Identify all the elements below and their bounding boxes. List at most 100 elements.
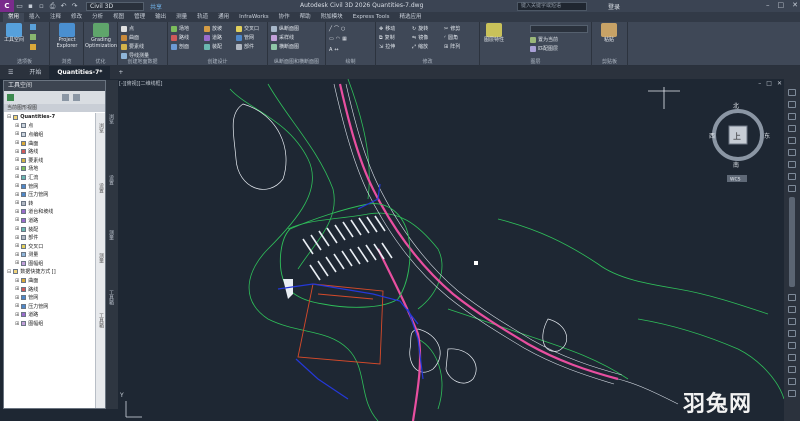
ribbon-tab[interactable]: 帮助 bbox=[295, 13, 316, 22]
ribbon-tab[interactable]: 精选应用 bbox=[394, 13, 426, 22]
ribbon-tab[interactable]: 通用 bbox=[213, 13, 234, 22]
nav-orbit-icon[interactable] bbox=[788, 113, 796, 120]
array-button[interactable]: ⊞ 阵列 bbox=[444, 43, 460, 51]
grading-optimization-button[interactable]: Grading Optimization bbox=[85, 23, 117, 49]
polar-icon[interactable] bbox=[788, 185, 796, 192]
rect-tool[interactable]: ▭ ◠ ▦ bbox=[329, 36, 347, 42]
toolspace-button[interactable]: 工具空间 bbox=[0, 23, 28, 43]
expand-icon[interactable]: ⊞ bbox=[15, 252, 19, 258]
expand-icon[interactable]: ⊞ bbox=[15, 123, 19, 129]
tree-item[interactable]: ⊞ 汇流 bbox=[4, 173, 96, 182]
side-tab-browse[interactable]: 浏览 bbox=[108, 114, 115, 124]
expand-icon[interactable]: ⊞ bbox=[15, 235, 19, 241]
tree-item[interactable]: ⊞ 图幅组 bbox=[4, 259, 96, 268]
workspace-switch-icon[interactable] bbox=[788, 354, 796, 361]
expand-icon[interactable]: ⊞ bbox=[15, 192, 19, 198]
match-layer-button[interactable]: 匹配图层 bbox=[530, 45, 558, 52]
text-tool[interactable]: A ↔ bbox=[329, 47, 339, 53]
minimize-icon[interactable]: – bbox=[766, 1, 770, 9]
tree-item[interactable]: ⊞ 曲面 bbox=[4, 139, 96, 148]
expand-icon[interactable]: ⊞ bbox=[15, 157, 19, 163]
ribbon-tab[interactable]: Express Tools bbox=[348, 13, 395, 22]
tree-item[interactable]: ⊞ 路线 bbox=[4, 147, 96, 156]
expand-icon[interactable]: ⊞ bbox=[15, 209, 19, 215]
viewcube[interactable]: 上 北 南 东 西 WCS bbox=[709, 102, 770, 183]
tab-start[interactable]: 开始 bbox=[21, 66, 49, 79]
layer-properties-button[interactable]: 图层特性 bbox=[480, 23, 508, 43]
alignment-button[interactable]: 路线 bbox=[171, 34, 189, 41]
snap-icon[interactable] bbox=[788, 149, 796, 156]
points-button[interactable]: 点 bbox=[121, 25, 134, 32]
expand-icon[interactable]: ⊞ bbox=[15, 321, 19, 327]
ribbon-tab[interactable]: 附加模块 bbox=[316, 13, 348, 22]
ribbon-tab[interactable]: 协作 bbox=[274, 13, 295, 22]
expand-icon[interactable]: ⊞ bbox=[15, 166, 19, 172]
save-icon[interactable]: ▪ bbox=[25, 1, 36, 11]
tree-item[interactable]: ⊞ 管网 bbox=[4, 293, 96, 302]
tree-item[interactable]: ⊞ 道台和坡线 bbox=[4, 208, 96, 217]
osnap-icon[interactable] bbox=[788, 294, 796, 301]
tree-item[interactable]: ⊞ 管网 bbox=[4, 182, 96, 191]
annotation-scale-icon[interactable] bbox=[788, 342, 796, 349]
project-explorer-button[interactable]: Project Explorer bbox=[53, 23, 81, 49]
intersection-button[interactable]: 交叉口 bbox=[236, 25, 259, 32]
layer-dropdown[interactable] bbox=[530, 25, 588, 33]
ribbon-tab[interactable]: 插入 bbox=[24, 13, 45, 22]
fullscreen-icon[interactable] bbox=[788, 378, 796, 385]
tree-item[interactable]: ⊞ 曲面 bbox=[4, 276, 96, 285]
sample-lines-button[interactable]: 采样线 bbox=[271, 34, 294, 41]
tree-item[interactable]: ⊞ 压力管网 bbox=[4, 190, 96, 199]
ribbon-tab[interactable]: 测量 bbox=[171, 13, 192, 22]
ribbon-tab[interactable]: 输出 bbox=[150, 13, 171, 22]
expand-icon[interactable]: ⊞ bbox=[15, 286, 19, 292]
menu-icon[interactable]: ☰ bbox=[0, 66, 21, 79]
expand-icon[interactable]: ⊞ bbox=[15, 217, 19, 223]
new-tab-button[interactable]: + bbox=[110, 66, 131, 79]
expand-icon[interactable]: ⊞ bbox=[15, 200, 19, 206]
site-button[interactable]: 场地 bbox=[171, 25, 189, 32]
expand-icon[interactable]: ⊞ bbox=[15, 174, 19, 180]
ortho-icon[interactable] bbox=[788, 173, 796, 180]
ribbon-tab[interactable]: 视图 bbox=[108, 13, 129, 22]
scale-button[interactable]: ⤢ 缩放 bbox=[412, 43, 428, 51]
redo-icon[interactable]: ↷ bbox=[69, 1, 80, 11]
corridor-button[interactable]: 道路 bbox=[204, 34, 222, 41]
prospector-icon[interactable] bbox=[7, 94, 14, 101]
profile-button[interactable]: 剖面 bbox=[171, 43, 189, 50]
expand-icon[interactable]: ⊞ bbox=[15, 140, 19, 146]
tree-item[interactable]: ⊞ 转 bbox=[4, 199, 96, 208]
expand-icon[interactable]: ⊞ bbox=[15, 226, 19, 232]
share-button[interactable]: 共享 bbox=[150, 2, 162, 11]
feature-line-button[interactable]: 要素线 bbox=[121, 43, 144, 50]
vertical-scrollbar[interactable] bbox=[789, 197, 795, 287]
palette-vtab[interactable]: 测量 bbox=[97, 253, 105, 263]
paste-button[interactable]: 粘贴 bbox=[595, 23, 623, 43]
customization-icon[interactable] bbox=[788, 390, 796, 397]
maximize-icon[interactable]: □ bbox=[778, 1, 785, 9]
expand-icon[interactable]: ⊞ bbox=[15, 278, 19, 284]
tree-item[interactable]: ⊞ 场地 bbox=[4, 165, 96, 174]
parts-button[interactable]: 部件 bbox=[236, 43, 254, 50]
expand-icon[interactable]: ⊞ bbox=[15, 303, 19, 309]
expand-icon[interactable]: ⊞ bbox=[15, 295, 19, 301]
side-tab-toolbox[interactable]: 工具箱 bbox=[108, 290, 115, 305]
ribbon-tab[interactable]: 管理 bbox=[129, 13, 150, 22]
line-tool[interactable]: ╱ ⌒ ○ bbox=[329, 25, 345, 33]
tree-item[interactable]: ⊞ 点 bbox=[4, 122, 96, 131]
tree-item[interactable]: ⊟ 数据快捷方式 [] bbox=[4, 268, 96, 277]
app-logo[interactable]: C bbox=[0, 0, 14, 12]
tree-item[interactable]: ⊞ 部件 bbox=[4, 233, 96, 242]
surfaces-button[interactable]: 曲面 bbox=[121, 34, 139, 41]
expand-icon[interactable]: ⊞ bbox=[15, 243, 19, 249]
ribbon-tab[interactable]: 常用 bbox=[3, 13, 25, 22]
tree-item[interactable]: ⊞ 路线 bbox=[4, 285, 96, 294]
properties-icon[interactable] bbox=[30, 34, 36, 40]
ribbon-tab[interactable]: 注释 bbox=[45, 13, 66, 22]
expand-icon[interactable]: ⊟ bbox=[7, 114, 11, 120]
expand-icon[interactable]: ⊞ bbox=[15, 183, 19, 189]
fillet-button[interactable]: ◜ 圆角 bbox=[444, 34, 458, 42]
tree-item[interactable]: ⊞ 要素线 bbox=[4, 156, 96, 165]
grading-button[interactable]: 放坡 bbox=[204, 25, 222, 32]
isolate-icon[interactable] bbox=[788, 366, 796, 373]
palette-vtab[interactable]: 浏览 bbox=[97, 123, 105, 133]
